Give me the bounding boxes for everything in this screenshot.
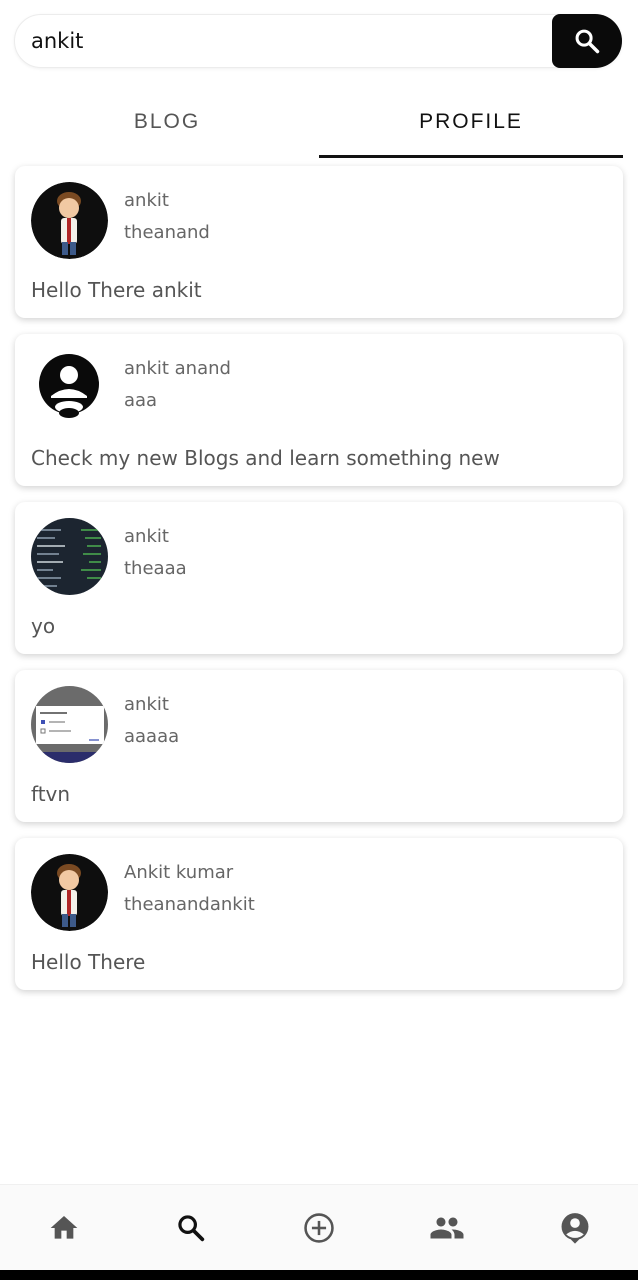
profile-bio: Check my new Blogs and learn something n… xyxy=(31,446,500,470)
profile-card[interactable]: ankit aaaaa ftvn xyxy=(15,670,623,822)
profile-name: ankit xyxy=(124,694,169,715)
search-icon xyxy=(177,1215,204,1242)
system-navigation-bar xyxy=(0,1270,638,1280)
profile-name: ankit anand xyxy=(124,358,231,379)
profile-username: aaa xyxy=(124,390,158,411)
avatar xyxy=(31,686,108,763)
tab-profile[interactable]: PROFILE xyxy=(319,86,623,158)
profile-username: theaaa xyxy=(124,558,187,579)
nav-search[interactable] xyxy=(127,1185,254,1271)
home-icon xyxy=(50,1216,77,1239)
add-circle-icon xyxy=(303,1213,334,1243)
nav-home[interactable] xyxy=(0,1185,127,1271)
search-input[interactable] xyxy=(31,15,551,67)
active-tab-indicator xyxy=(319,155,623,158)
profile-bio: yo xyxy=(31,614,56,638)
avatar xyxy=(31,854,108,931)
profile-name: ankit xyxy=(124,190,169,211)
avatar xyxy=(31,350,108,427)
profile-username: theanandankit xyxy=(124,894,255,915)
profile-bio: Hello There ankit xyxy=(31,278,202,302)
nav-add[interactable] xyxy=(255,1185,382,1271)
profile-name: ankit xyxy=(124,526,169,547)
profile-card[interactable]: Ankit kumar theanandankit Hello There xyxy=(15,838,623,990)
profile-username: theanand xyxy=(124,222,210,243)
profile-card[interactable]: ankit theaaa yo xyxy=(15,502,623,654)
search-button[interactable] xyxy=(552,14,622,68)
search-bar xyxy=(14,14,622,68)
nav-people[interactable] xyxy=(383,1185,510,1271)
profile-bio: ftvn xyxy=(31,782,71,806)
bottom-navigation xyxy=(0,1184,638,1271)
profile-bio: Hello There xyxy=(31,950,146,974)
nav-account[interactable] xyxy=(511,1185,638,1271)
avatar xyxy=(31,182,108,259)
search-icon xyxy=(575,29,600,54)
tab-blog[interactable]: BLOG xyxy=(15,86,319,158)
profile-username: aaaaa xyxy=(124,726,180,747)
account-icon xyxy=(561,1213,588,1244)
profile-name: Ankit kumar xyxy=(124,862,234,883)
people-icon xyxy=(430,1217,463,1239)
tab-bar: BLOG PROFILE xyxy=(0,86,638,158)
profile-card[interactable]: ankit anand aaa Check my new Blogs and l… xyxy=(15,334,623,486)
avatar xyxy=(31,518,108,595)
profile-card[interactable]: ankit theanand Hello There ankit xyxy=(15,166,623,318)
